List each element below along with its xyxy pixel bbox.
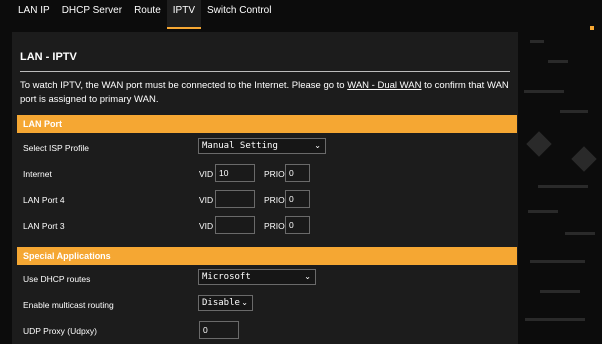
chevron-down-icon: ⌄ <box>314 141 321 150</box>
tab-route[interactable]: Route <box>128 0 167 29</box>
wan-dual-wan-link[interactable]: WAN - Dual WAN <box>347 80 421 91</box>
internet-prio-input[interactable]: 0 <box>285 164 310 182</box>
lan-port-3-label: LAN Port 3 <box>23 221 65 231</box>
isp-profile-value: Manual Setting <box>202 141 278 151</box>
section-special-applications: Special Applications <box>17 247 517 265</box>
multicast-value: Disable <box>202 298 240 308</box>
lan-port-4-label: LAN Port 4 <box>23 195 65 205</box>
page-title: LAN - IPTV <box>20 51 77 63</box>
udp-proxy-input[interactable]: 0 <box>199 321 239 339</box>
description-text: To watch IPTV, the WAN port must be conn… <box>20 80 348 91</box>
tab-switch-control[interactable]: Switch Control <box>201 0 277 29</box>
title-divider <box>20 71 510 72</box>
internet-label: Internet <box>23 169 52 179</box>
dhcp-routes-label: Use DHCP routes <box>23 274 91 284</box>
isp-profile-select[interactable]: Manual Setting ⌄ <box>198 138 326 154</box>
internet-vid-input[interactable]: 10 <box>215 164 255 182</box>
dhcp-routes-select[interactable]: Microsoft ⌄ <box>198 269 316 285</box>
section-lan-port: LAN Port <box>17 115 517 133</box>
tab-bar: LAN IP DHCP Server Route IPTV Switch Con… <box>0 0 602 29</box>
prio-label: PRIO <box>264 221 285 231</box>
vid-label: VID <box>199 169 214 179</box>
prio-label: PRIO <box>264 195 285 205</box>
tab-iptv[interactable]: IPTV <box>166 0 201 29</box>
dhcp-routes-value: Microsoft <box>202 272 251 282</box>
prio-label: PRIO <box>264 169 285 179</box>
iptv-panel: LAN - IPTV To watch IPTV, the WAN port m… <box>12 32 518 344</box>
description: To watch IPTV, the WAN port must be conn… <box>20 79 515 107</box>
udp-proxy-label: UDP Proxy (Udpxy) <box>23 326 97 336</box>
lan-port-3-vid-input[interactable] <box>215 216 255 234</box>
chevron-down-icon: ⌄ <box>304 272 311 281</box>
lan-port-3-prio-input[interactable]: 0 <box>285 216 310 234</box>
multicast-select[interactable]: Disable ⌄ <box>198 295 253 311</box>
tab-lan-ip[interactable]: LAN IP <box>12 0 56 29</box>
lan-port-4-vid-input[interactable] <box>215 190 255 208</box>
isp-profile-label: Select ISP Profile <box>23 143 89 153</box>
tab-dhcp-server[interactable]: DHCP Server <box>56 0 128 29</box>
chevron-down-icon: ⌄ <box>241 298 248 307</box>
lan-port-4-prio-input[interactable]: 0 <box>285 190 310 208</box>
vid-label: VID <box>199 221 214 231</box>
multicast-label: Enable multicast routing <box>23 300 114 310</box>
vid-label: VID <box>199 195 214 205</box>
